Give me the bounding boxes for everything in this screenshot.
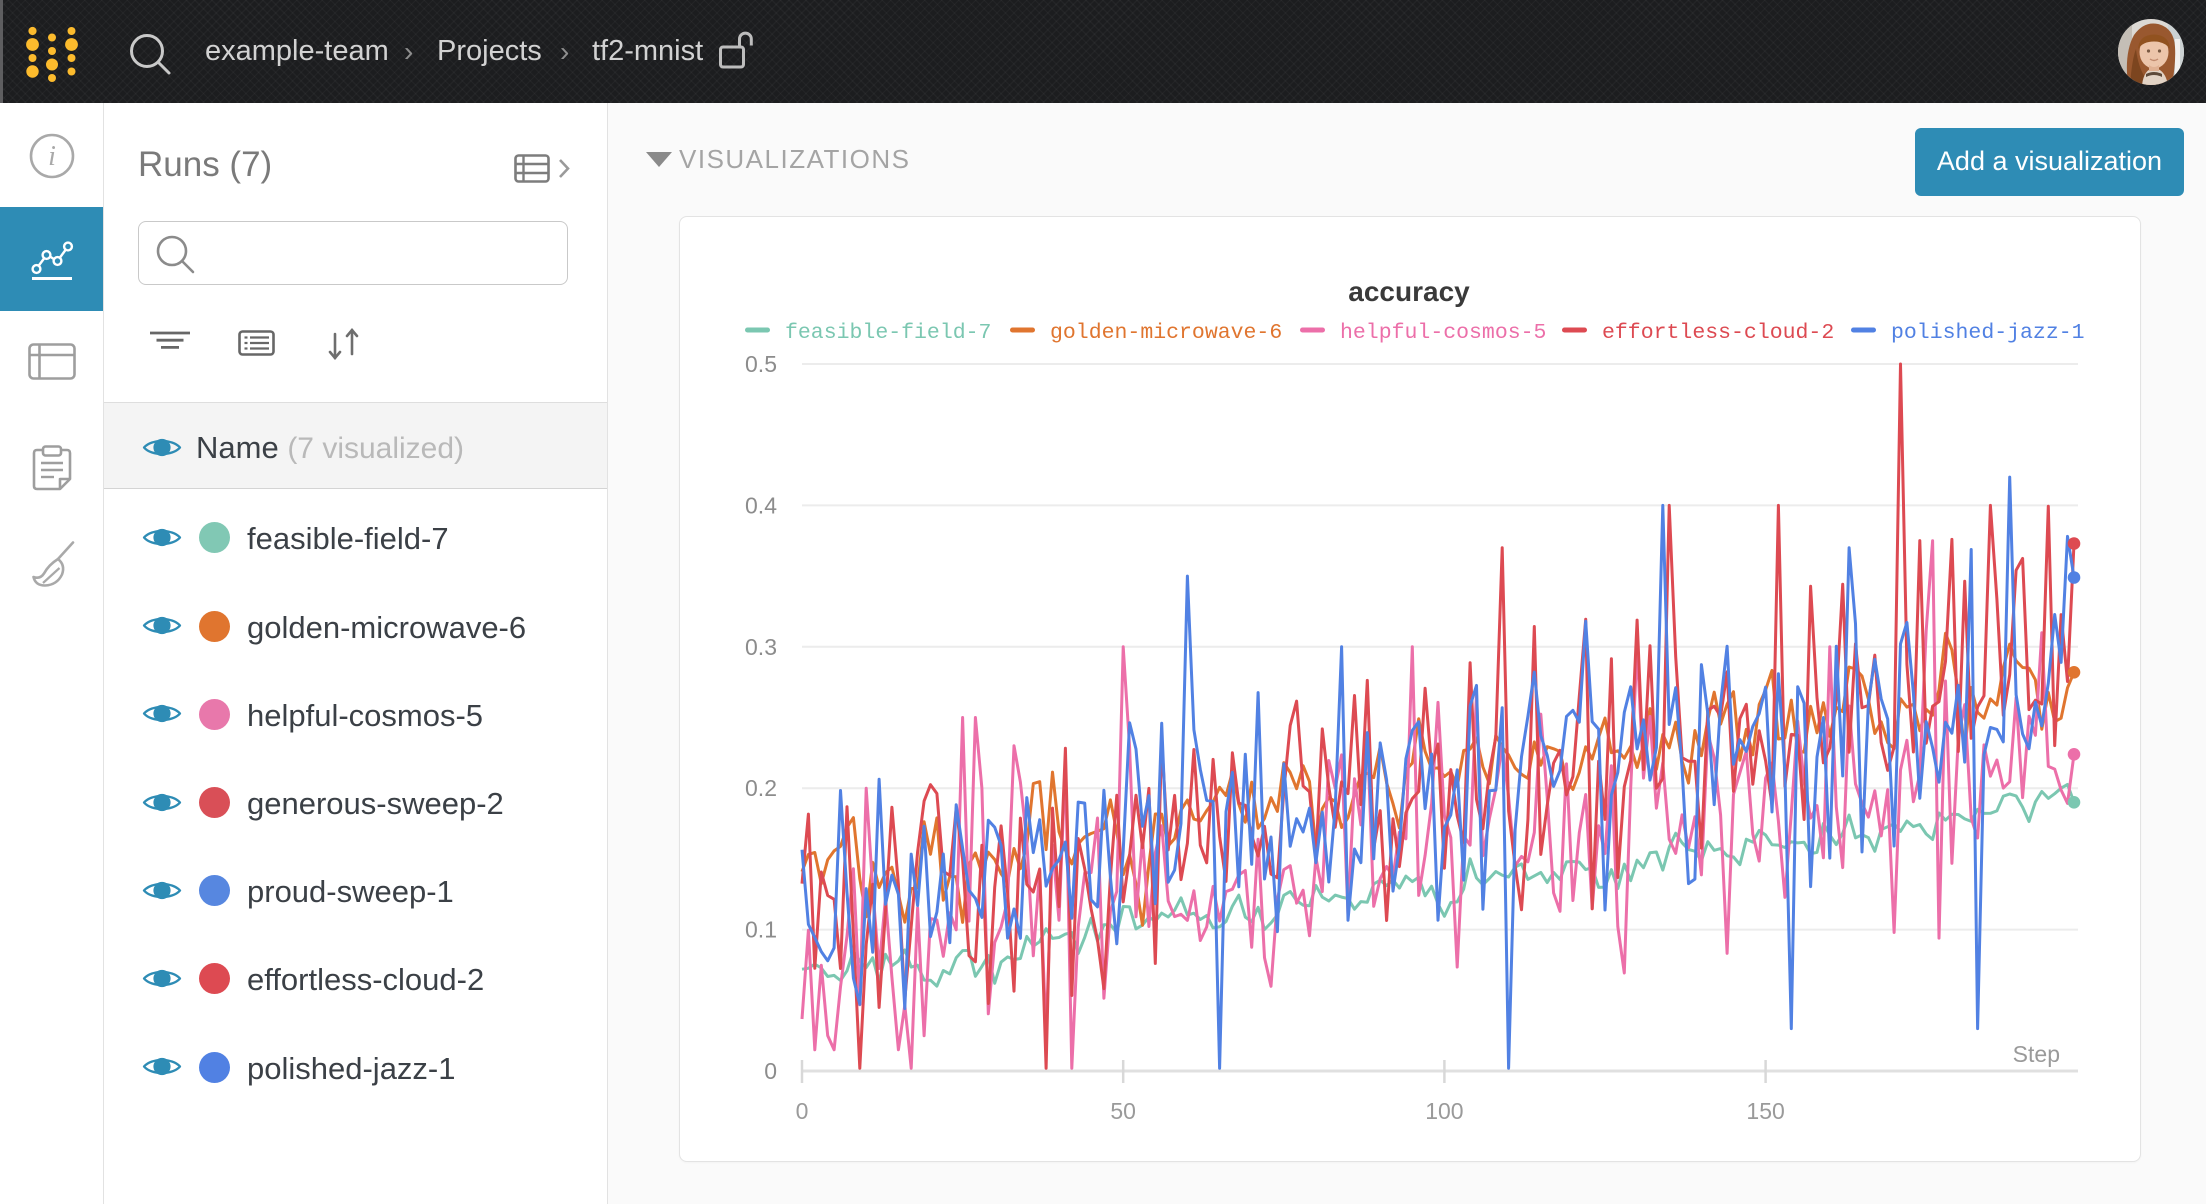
svg-text:0: 0 <box>796 1098 809 1124</box>
svg-text:100: 100 <box>1425 1098 1463 1124</box>
svg-text:0.2: 0.2 <box>745 775 777 801</box>
svg-text:helpful-cosmos-5: helpful-cosmos-5 <box>1340 321 1546 345</box>
svg-text:effortless-cloud-2: effortless-cloud-2 <box>1602 321 1834 345</box>
svg-text:golden-microwave-6: golden-microwave-6 <box>1050 321 1282 345</box>
svg-text:0.1: 0.1 <box>745 917 777 943</box>
svg-text:0.4: 0.4 <box>745 492 777 518</box>
svg-text:50: 50 <box>1110 1098 1136 1124</box>
svg-text:feasible-field-7: feasible-field-7 <box>785 321 991 345</box>
svg-text:0.5: 0.5 <box>745 351 777 377</box>
svg-text:150: 150 <box>1746 1098 1784 1124</box>
svg-text:accuracy: accuracy <box>1348 276 1470 307</box>
svg-text:polished-jazz-1: polished-jazz-1 <box>1891 321 2085 345</box>
svg-text:0: 0 <box>764 1058 777 1084</box>
svg-text:Step: Step <box>2013 1041 2060 1067</box>
svg-text:0.3: 0.3 <box>745 634 777 660</box>
svg-text:i: i <box>48 141 56 172</box>
